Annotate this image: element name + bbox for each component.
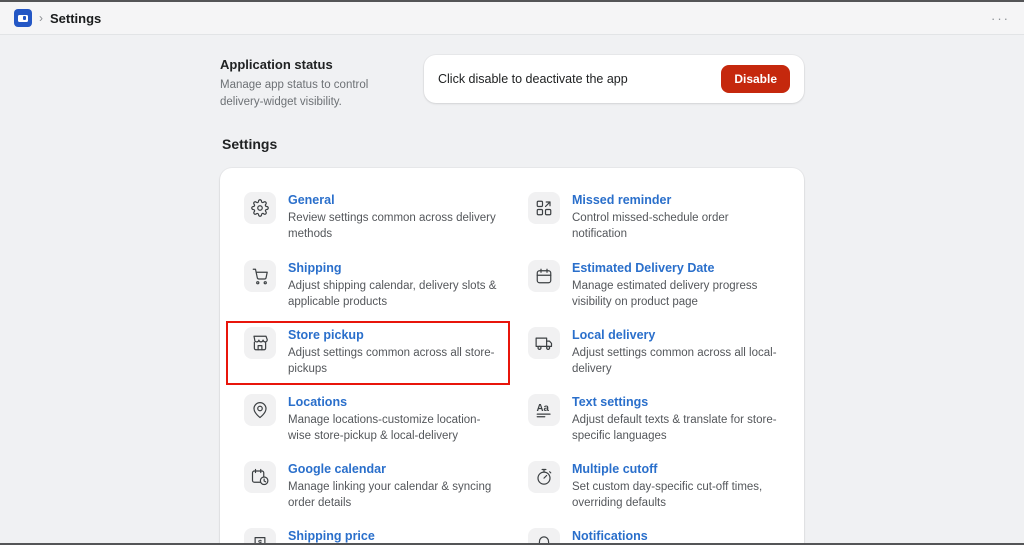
gear-icon [244,192,276,225]
disable-button[interactable]: Disable [721,65,790,93]
settings-item-google-calendar[interactable]: Google calendar Manage linking your cale… [244,461,498,511]
settings-item-title[interactable]: Text settings [572,395,782,409]
settings-item-description: Adjust settings common across all local-… [572,346,777,375]
app-status-card: Click disable to deactivate the app Disa… [424,55,804,103]
settings-item-title[interactable]: Store pickup [288,328,498,342]
settings-heading: Settings [222,136,278,153]
settings-item-description: Review settings common across delivery m… [288,212,496,241]
settings-item-locations[interactable]: Locations Manage locations-customize loc… [244,393,498,444]
settings-grid: General Review settings common across de… [226,192,782,545]
settings-item-title[interactable]: Estimated Delivery Date [572,261,782,275]
settings-item-title[interactable]: Shipping price [288,529,498,543]
calendar-icon [528,259,560,292]
settings-item-missed-reminder[interactable]: Missed reminder Control missed-schedule … [528,192,782,242]
settings-item-title[interactable]: Local delivery [572,328,782,342]
settings-item-store-pickup[interactable]: Store pickup Adjust settings common acro… [226,320,510,385]
app-status-description: Manage app status to control delivery-wi… [220,79,369,108]
settings-item-description: Adjust default texts & translate for sto… [572,413,777,442]
text-icon: Aa [528,393,560,426]
settings-item-title[interactable]: Google calendar [288,462,498,476]
svg-text:Aa: Aa [537,403,550,414]
storefront-icon [244,326,276,359]
settings-item-description: Manage estimated delivery progress visib… [572,279,758,308]
app-status-section: Application status Manage app status to … [220,55,804,110]
breadcrumb-separator: › [39,11,43,25]
app-status-card-text: Click disable to deactivate the app [438,72,628,86]
content: Application status Manage app status to … [0,35,1024,545]
cart-icon [244,259,276,292]
app-logo-icon[interactable] [14,9,32,27]
settings-item-local-delivery[interactable]: Local delivery Adjust settings common ac… [528,326,782,377]
settings-item-description: Adjust shipping calendar, delivery slots… [288,279,497,308]
top-bar: › Settings ··· [0,2,1024,35]
settings-item-text-settings[interactable]: Aa Text settings Adjust default texts & … [528,393,782,444]
settings-item-title[interactable]: Locations [288,395,498,409]
settings-item-title[interactable]: General [288,193,498,207]
settings-card: General Review settings common across de… [220,168,804,545]
more-actions-icon[interactable]: ··· [991,12,1010,25]
settings-item-description: Control missed-schedule order notificati… [572,212,729,241]
map-pin-icon [244,393,276,426]
settings-item-multiple-cutoff[interactable]: Multiple cutoff Set custom day-specific … [528,461,782,511]
app-status-info: Application status Manage app status to … [220,55,410,110]
truck-icon [528,326,560,359]
settings-item-general[interactable]: General Review settings common across de… [244,192,498,242]
settings-item-description: Set custom day-specific cut-off times, o… [572,481,763,510]
settings-item-shipping[interactable]: Shipping Adjust shipping calendar, deliv… [244,259,498,310]
grid-arrow-icon [528,192,560,225]
settings-item-description: Adjust settings common across all store-… [288,346,495,375]
settings-item-title[interactable]: Shipping [288,261,498,275]
app-status-heading: Application status [220,57,333,72]
settings-item-description: Manage locations-customize location-wise… [288,413,481,442]
settings-item-title[interactable]: Missed reminder [572,193,782,207]
settings-item-description: Manage linking your calendar & syncing o… [288,481,492,510]
stopwatch-icon [528,461,560,494]
settings-item-title[interactable]: Notifications [572,529,768,543]
calendar-clock-icon [244,461,276,494]
settings-item-title[interactable]: Multiple cutoff [572,462,782,476]
page-title: Settings [50,10,102,26]
settings-item-estimated-delivery-date[interactable]: Estimated Delivery Date Manage estimated… [528,259,782,310]
